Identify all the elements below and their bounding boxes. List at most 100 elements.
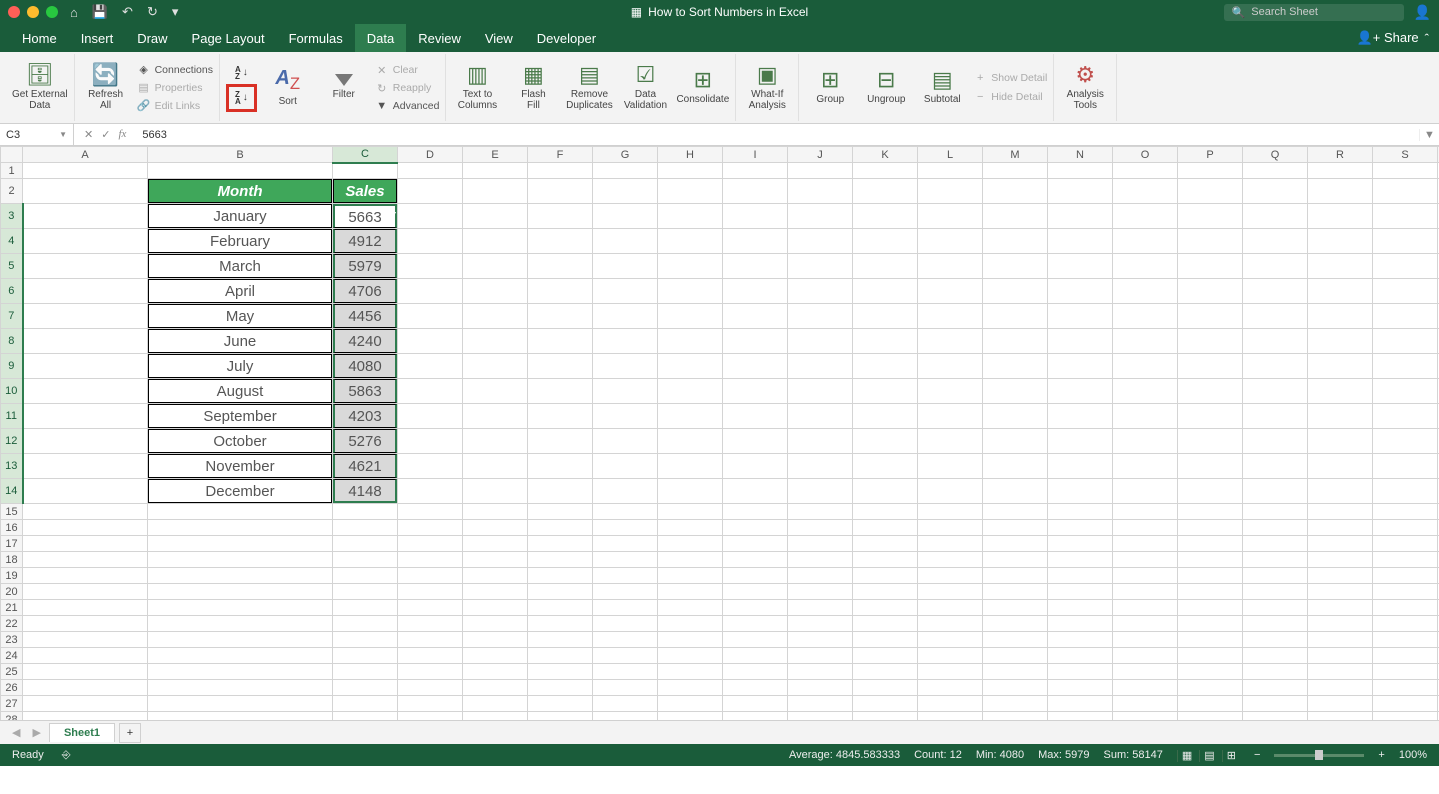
cell-S15[interactable]	[1373, 504, 1438, 520]
cell-L22[interactable]	[918, 616, 983, 632]
cell-O5[interactable]	[1113, 254, 1178, 279]
cell-N13[interactable]	[1048, 454, 1113, 479]
cell-Q10[interactable]	[1243, 379, 1308, 404]
cell-J14[interactable]	[788, 479, 853, 504]
cell-L19[interactable]	[918, 568, 983, 584]
minimize-window[interactable]	[27, 6, 39, 18]
cell-M17[interactable]	[983, 536, 1048, 552]
cell-O26[interactable]	[1113, 680, 1178, 696]
cell-Q9[interactable]	[1243, 354, 1308, 379]
cell-F1[interactable]	[528, 163, 593, 179]
cell-E7[interactable]	[463, 304, 528, 329]
cell-K7[interactable]	[853, 304, 918, 329]
cell-O11[interactable]	[1113, 404, 1178, 429]
cell-B19[interactable]	[148, 568, 333, 584]
cell-C9[interactable]: 4080	[333, 354, 398, 379]
cell-F6[interactable]	[528, 279, 593, 304]
add-sheet-button[interactable]: +	[119, 723, 141, 743]
cell-S7[interactable]	[1373, 304, 1438, 329]
cell-Q18[interactable]	[1243, 552, 1308, 568]
cell-P17[interactable]	[1178, 536, 1243, 552]
column-header-O[interactable]: O	[1113, 147, 1178, 163]
cell-L6[interactable]	[918, 279, 983, 304]
cell-F18[interactable]	[528, 552, 593, 568]
row-header-25[interactable]: 25	[1, 664, 23, 680]
cell-L2[interactable]	[918, 179, 983, 204]
cell-H3[interactable]	[658, 204, 723, 229]
cell-N26[interactable]	[1048, 680, 1113, 696]
cell-I27[interactable]	[723, 696, 788, 712]
cell-D22[interactable]	[398, 616, 463, 632]
formula-input[interactable]: 5663	[136, 129, 1419, 141]
cell-G20[interactable]	[593, 584, 658, 600]
cell-F11[interactable]	[528, 404, 593, 429]
cell-B17[interactable]	[148, 536, 333, 552]
row-header-8[interactable]: 8	[1, 329, 23, 354]
column-header-M[interactable]: M	[983, 147, 1048, 163]
tab-draw[interactable]: Draw	[125, 24, 179, 52]
cell-Q17[interactable]	[1243, 536, 1308, 552]
cell-G5[interactable]	[593, 254, 658, 279]
cell-D1[interactable]	[398, 163, 463, 179]
cell-A20[interactable]	[23, 584, 148, 600]
cell-H9[interactable]	[658, 354, 723, 379]
cell-K24[interactable]	[853, 648, 918, 664]
cell-E20[interactable]	[463, 584, 528, 600]
cell-M28[interactable]	[983, 712, 1048, 721]
cell-N10[interactable]	[1048, 379, 1113, 404]
cell-N21[interactable]	[1048, 600, 1113, 616]
cell-D5[interactable]	[398, 254, 463, 279]
cell-C25[interactable]	[333, 664, 398, 680]
cell-R24[interactable]	[1308, 648, 1373, 664]
row-header-15[interactable]: 15	[1, 504, 23, 520]
cell-B28[interactable]	[148, 712, 333, 721]
cell-Q8[interactable]	[1243, 329, 1308, 354]
cell-E4[interactable]	[463, 229, 528, 254]
cell-L28[interactable]	[918, 712, 983, 721]
cell-G18[interactable]	[593, 552, 658, 568]
cell-R19[interactable]	[1308, 568, 1373, 584]
cell-F19[interactable]	[528, 568, 593, 584]
cell-E17[interactable]	[463, 536, 528, 552]
column-header-A[interactable]: A	[23, 147, 148, 163]
cell-E6[interactable]	[463, 279, 528, 304]
tab-insert[interactable]: Insert	[69, 24, 126, 52]
cell-G15[interactable]	[593, 504, 658, 520]
cell-J26[interactable]	[788, 680, 853, 696]
cell-G11[interactable]	[593, 404, 658, 429]
cell-M5[interactable]	[983, 254, 1048, 279]
cell-H12[interactable]	[658, 429, 723, 454]
cell-S28[interactable]	[1373, 712, 1438, 721]
row-header-12[interactable]: 12	[1, 429, 23, 454]
cell-F25[interactable]	[528, 664, 593, 680]
cell-A10[interactable]	[23, 379, 148, 404]
cell-P21[interactable]	[1178, 600, 1243, 616]
cell-S18[interactable]	[1373, 552, 1438, 568]
cell-A22[interactable]	[23, 616, 148, 632]
column-header-B[interactable]: B	[148, 147, 333, 163]
cell-C22[interactable]	[333, 616, 398, 632]
cell-C18[interactable]	[333, 552, 398, 568]
cell-I23[interactable]	[723, 632, 788, 648]
cell-D18[interactable]	[398, 552, 463, 568]
cell-K14[interactable]	[853, 479, 918, 504]
row-header-10[interactable]: 10	[1, 379, 23, 404]
cell-O16[interactable]	[1113, 520, 1178, 536]
cell-F2[interactable]	[528, 179, 593, 204]
cell-A27[interactable]	[23, 696, 148, 712]
cell-I5[interactable]	[723, 254, 788, 279]
cell-A24[interactable]	[23, 648, 148, 664]
cell-L24[interactable]	[918, 648, 983, 664]
accept-icon[interactable]: ✓	[101, 128, 110, 141]
column-header-J[interactable]: J	[788, 147, 853, 163]
row-header-26[interactable]: 26	[1, 680, 23, 696]
filter-button[interactable]: Filter	[319, 74, 369, 101]
cell-H17[interactable]	[658, 536, 723, 552]
cell-R6[interactable]	[1308, 279, 1373, 304]
cell-N25[interactable]	[1048, 664, 1113, 680]
cell-F7[interactable]	[528, 304, 593, 329]
tab-view[interactable]: View	[473, 24, 525, 52]
cell-B6[interactable]: April	[148, 279, 333, 304]
cell-A2[interactable]	[23, 179, 148, 204]
cell-Q6[interactable]	[1243, 279, 1308, 304]
